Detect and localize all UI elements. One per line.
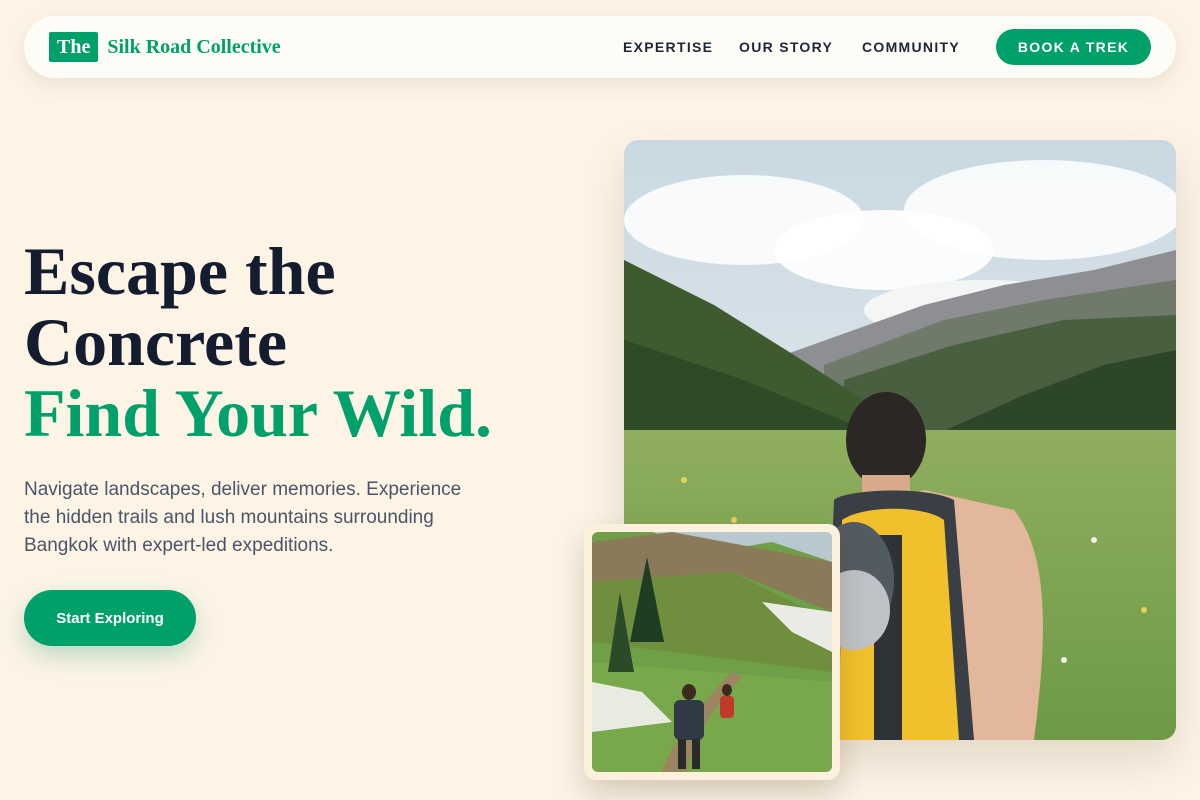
nav-link-expertise[interactable]: EXPERTISE: [623, 39, 713, 55]
brand-logo[interactable]: The Silk Road Collective: [49, 32, 281, 62]
headline-accent-line: Find Your Wild.: [24, 375, 493, 451]
hero-description: Navigate landscapes, deliver memories. E…: [24, 479, 462, 556]
start-exploring-button[interactable]: Start Exploring: [24, 590, 196, 646]
nav-link-community[interactable]: COMMUNITY: [862, 39, 960, 55]
nav-link-our-story[interactable]: OUR STORY: [739, 39, 833, 55]
headline-line-1: Escape the: [24, 233, 336, 309]
top-navbar: The Silk Road Collective EXPERTISE OUR S…: [24, 16, 1176, 78]
book-trek-button[interactable]: BOOK A TREK: [996, 29, 1151, 65]
hero-headline: Escape the Concrete Find Your Wild.: [24, 236, 584, 449]
brand-name: Silk Road Collective: [107, 35, 281, 58]
inset-photo-frame: [584, 524, 840, 780]
logo-badge: The: [49, 32, 99, 62]
headline-line-2: Concrete: [24, 304, 288, 380]
trail-hikers-photo: [592, 532, 832, 772]
